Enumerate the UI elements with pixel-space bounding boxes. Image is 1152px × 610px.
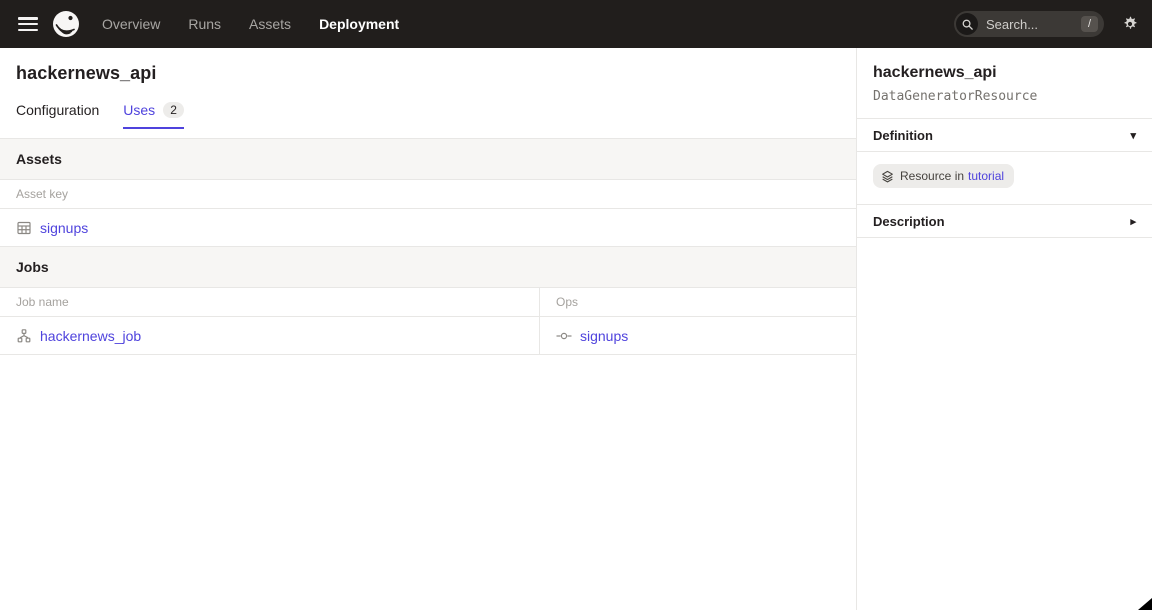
resource-type: DataGeneratorResource: [873, 89, 1136, 104]
op-link-signups[interactable]: signups: [580, 328, 628, 344]
definition-section-label: Definition: [873, 128, 933, 143]
page-title: hackernews_api: [16, 48, 840, 84]
description-section-label: Description: [873, 214, 945, 229]
side-panel-header: hackernews_api DataGeneratorResource: [857, 48, 1152, 119]
chevron-right-icon: ▸: [1130, 215, 1136, 228]
description-section-toggle[interactable]: Description ▸: [857, 205, 1152, 238]
tab-configuration[interactable]: Configuration: [16, 102, 99, 129]
assets-section-header: Assets: [0, 139, 856, 180]
resource-origin-tag: Resource in tutorial: [873, 164, 1014, 188]
tab-uses-label: Uses: [123, 102, 155, 118]
gear-icon[interactable]: [1122, 16, 1138, 32]
column-ops: Ops: [540, 295, 856, 309]
search-shortcut-key: /: [1081, 16, 1098, 32]
nav-item-assets[interactable]: Assets: [249, 16, 291, 32]
asset-cell: signups: [0, 209, 104, 246]
chevron-down-icon: ▾: [1130, 129, 1136, 142]
jobs-section-header: Jobs: [0, 247, 856, 288]
definition-section-toggle[interactable]: Definition ▾: [857, 119, 1152, 152]
job-name-cell: hackernews_job: [0, 317, 540, 354]
tab-uses-count-badge: 2: [163, 102, 184, 118]
resource-name: hackernews_api: [873, 64, 1136, 82]
nav-item-deployment[interactable]: Deployment: [319, 16, 399, 32]
tag-prefix: Resource in: [900, 169, 964, 183]
job-graph-icon: [16, 328, 32, 344]
column-job-name: Job name: [0, 288, 540, 316]
assets-section-title: Assets: [16, 151, 62, 167]
search-icon: [956, 13, 978, 35]
jobs-section-title: Jobs: [16, 259, 49, 275]
nav-item-overview[interactable]: Overview: [102, 16, 160, 32]
tab-uses[interactable]: Uses 2: [123, 102, 184, 129]
op-icon: [556, 328, 572, 344]
ops-cell: signups: [540, 317, 856, 354]
jobs-column-header-row: Job name Ops: [0, 288, 856, 317]
definition-section-body: Resource in tutorial: [857, 152, 1152, 205]
dagster-logo[interactable]: [52, 10, 80, 38]
column-asset-key: Asset key: [0, 187, 84, 201]
nav-item-runs[interactable]: Runs: [188, 16, 221, 32]
job-link-hackernews-job[interactable]: hackernews_job: [40, 328, 141, 344]
main-content: hackernews_api Configuration Uses 2 Asse…: [0, 48, 856, 610]
tab-configuration-label: Configuration: [16, 102, 99, 118]
assets-column-header-row: Asset key: [0, 180, 856, 209]
asset-link-signups[interactable]: signups: [40, 220, 88, 236]
tag-tutorial-link[interactable]: tutorial: [968, 169, 1004, 183]
hamburger-icon[interactable]: [18, 17, 38, 31]
nav-right: /: [954, 11, 1138, 37]
asset-row: signups: [0, 209, 856, 247]
search-input[interactable]: [986, 17, 1070, 32]
asset-table-icon: [16, 220, 32, 236]
search-box[interactable]: /: [954, 11, 1104, 37]
page-header: hackernews_api Configuration Uses 2: [0, 48, 856, 139]
resource-side-panel: hackernews_api DataGeneratorResource Def…: [856, 48, 1152, 610]
top-nav: Overview Runs Assets Deployment /: [0, 0, 1152, 48]
tab-bar: Configuration Uses 2: [16, 102, 840, 129]
job-row: hackernews_job signups: [0, 317, 856, 355]
layers-icon: [881, 170, 894, 183]
nav-links: Overview Runs Assets Deployment: [102, 16, 399, 32]
